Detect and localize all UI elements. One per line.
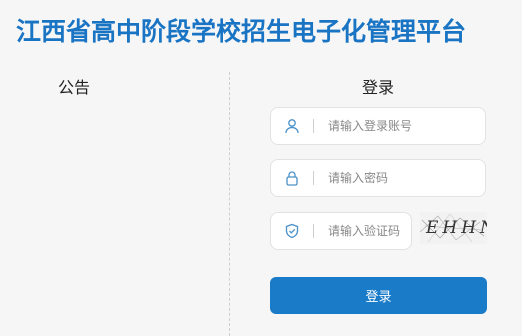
divider <box>229 72 230 336</box>
field-separator <box>313 119 314 133</box>
captcha-input[interactable] <box>328 224 408 238</box>
field-separator <box>313 171 314 185</box>
account-field[interactable] <box>270 107 486 145</box>
account-input[interactable] <box>328 119 448 133</box>
login-button[interactable]: 登录 <box>270 277 487 314</box>
login-page: 江西省高中阶段学校招生电子化管理平台 公告 登录 请输入登录账号 请输入验证码 … <box>0 0 522 336</box>
login-heading: 登录 <box>362 78 395 97</box>
password-field[interactable] <box>270 159 486 197</box>
captcha-text: EHHN <box>426 218 487 238</box>
site-title: 江西省高中阶段学校招生电子化管理平台 <box>16 17 467 46</box>
lock-icon <box>271 160 313 196</box>
captcha-image[interactable]: EHHN <box>420 212 487 244</box>
notice-heading: 公告 <box>58 78 91 97</box>
user-icon <box>271 108 313 144</box>
password-input[interactable] <box>328 171 448 185</box>
captcha-field[interactable] <box>270 212 412 250</box>
shield-icon <box>271 213 313 249</box>
field-separator <box>313 224 314 238</box>
